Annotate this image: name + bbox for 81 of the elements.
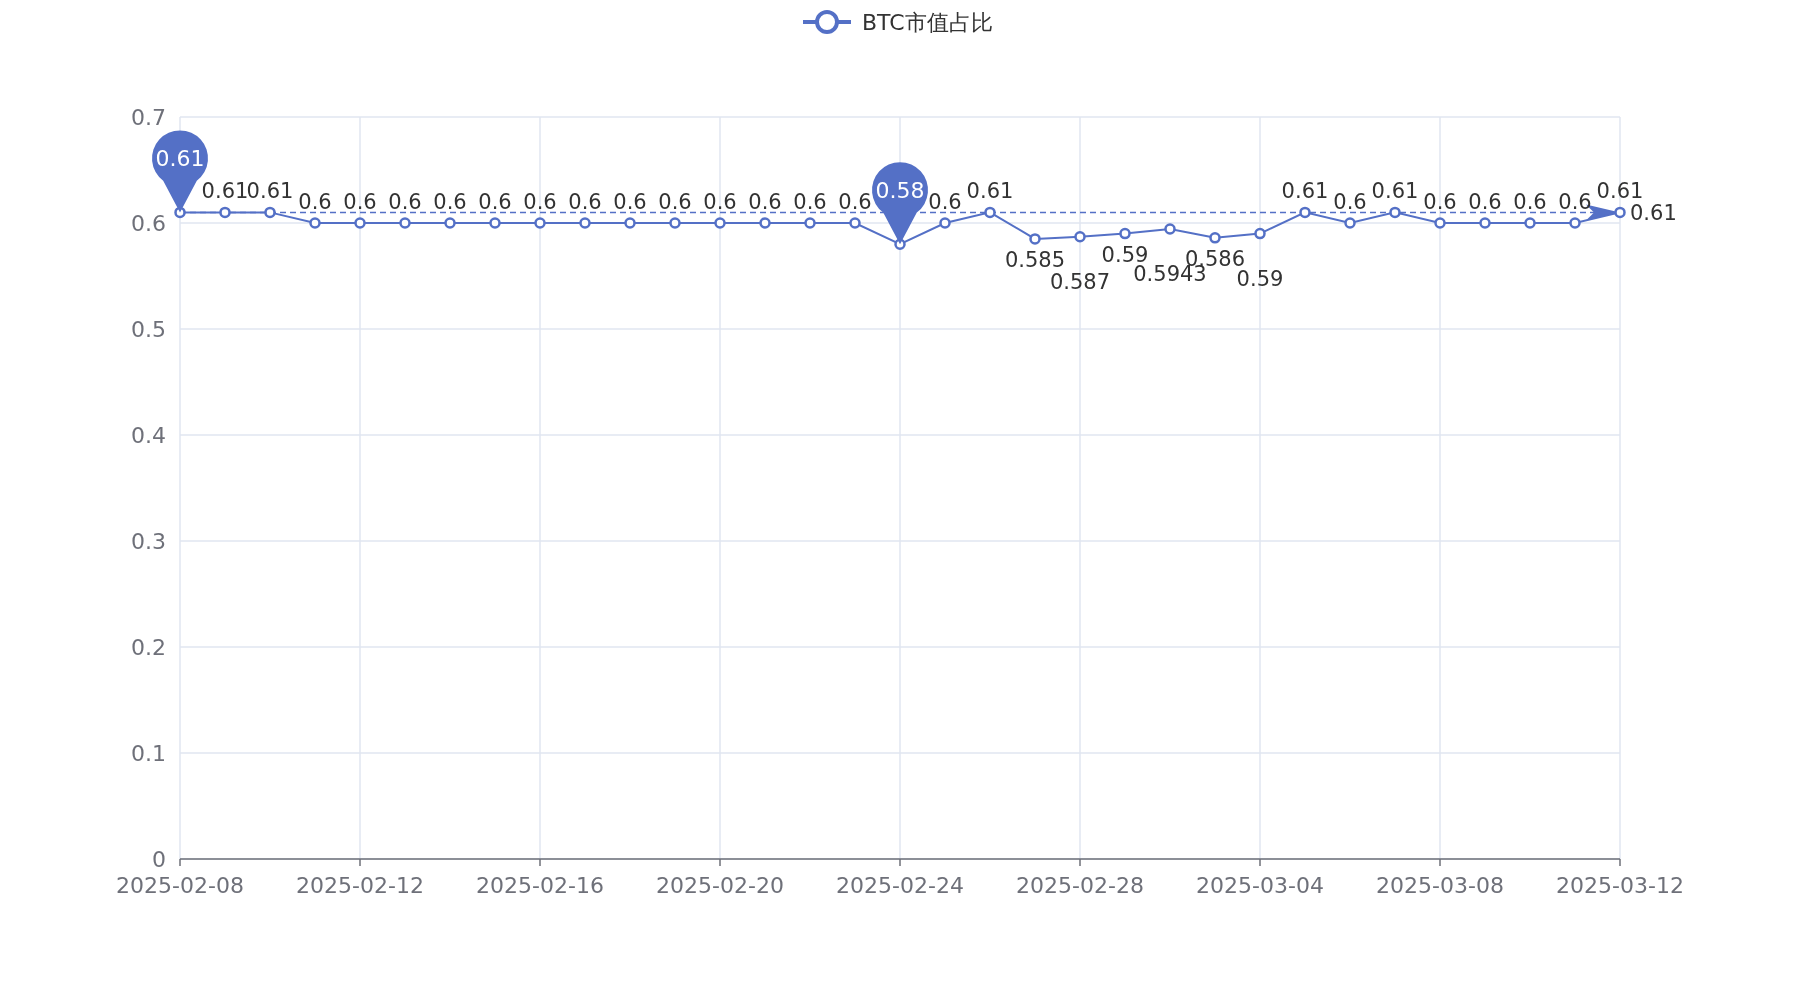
legend-label[interactable]: BTC市值占比	[862, 10, 993, 35]
axis-label: 2025-03-08	[1376, 873, 1504, 898]
data-label: 0.6	[658, 190, 692, 214]
data-point	[984, 206, 996, 219]
data-point	[534, 217, 546, 229]
data-point	[219, 206, 231, 219]
data-point	[804, 217, 816, 229]
legend-icon[interactable]	[803, 10, 851, 34]
data-point	[1524, 217, 1536, 229]
data-label: 0.587	[1049, 269, 1111, 294]
data-point	[1389, 206, 1401, 219]
data-label: 0.6	[1513, 190, 1547, 214]
data-label: 0.61	[246, 179, 294, 204]
data-label: 0.61	[1281, 179, 1329, 204]
value-pin: 0.58	[872, 162, 928, 245]
data-label: 0.61	[1596, 179, 1644, 204]
data-point	[1344, 217, 1356, 229]
data-point	[264, 206, 276, 219]
axis-label: 0.5	[131, 317, 166, 342]
axis-label: 2025-02-20	[656, 873, 784, 898]
data-label: 0.6	[388, 190, 422, 214]
axis-label: 2025-02-28	[1016, 873, 1144, 898]
data-label: 0.6	[613, 190, 647, 214]
axis-label: 0.4	[131, 423, 166, 448]
data-label: 0.6	[1423, 190, 1457, 214]
data-point	[489, 217, 501, 229]
data-point	[759, 217, 771, 229]
data-label: 0.6	[1333, 190, 1367, 214]
data-label: 0.6	[703, 190, 737, 214]
data-label: 0.6	[433, 190, 467, 214]
data-point	[1209, 232, 1221, 244]
data-point	[939, 217, 951, 229]
data-point	[1074, 231, 1086, 243]
data-label: 0.6	[838, 190, 872, 214]
data-point	[669, 217, 681, 229]
data-point	[1119, 227, 1131, 240]
data-label: 0.585	[1004, 247, 1066, 272]
data-label: 0.61	[966, 179, 1014, 204]
data-point	[444, 217, 456, 229]
axis-label: 0	[152, 847, 166, 872]
data-point	[1164, 223, 1176, 235]
data-label: 0.6	[523, 190, 557, 214]
data-label: 0.6	[1468, 190, 1502, 214]
data-label: 0.6	[343, 190, 377, 214]
axis-label: 2025-03-04	[1196, 873, 1324, 898]
data-label: 0.6	[793, 190, 827, 214]
data-point	[579, 217, 591, 229]
data-point	[1569, 217, 1581, 229]
data-label: 0.6	[478, 190, 512, 214]
data-point	[714, 217, 726, 229]
axis-label: 2025-02-12	[296, 873, 424, 898]
data-point	[849, 217, 861, 229]
axis-label: 0.7	[131, 105, 166, 130]
data-point	[1299, 206, 1311, 219]
data-point	[1479, 217, 1491, 229]
data-point	[309, 217, 321, 229]
data-point	[624, 217, 636, 229]
axis-label: 2025-02-16	[476, 873, 604, 898]
data-point	[354, 217, 366, 229]
data-label: 0.61	[155, 146, 205, 172]
data-label: 0.59	[1236, 266, 1284, 291]
axis-label: 0.1	[131, 741, 166, 766]
data-label: 0.58	[875, 178, 925, 204]
data-label: 0.6	[928, 190, 962, 214]
data-point	[1254, 227, 1266, 240]
data-point	[399, 217, 411, 229]
axis-label: 2025-02-08	[116, 873, 244, 898]
axis-label: 0.3	[131, 529, 166, 554]
axis-label: 2025-03-12	[1556, 873, 1684, 898]
data-label: 0.6	[568, 190, 602, 214]
average-label: 0.61	[1630, 201, 1677, 226]
data-point	[1029, 233, 1041, 245]
data-label: 0.61	[1371, 179, 1419, 204]
data-label: 0.6	[298, 190, 332, 214]
data-label: 0.6	[1558, 190, 1592, 214]
data-point	[1614, 206, 1626, 219]
data-point	[1434, 217, 1446, 229]
axis-label: 0.2	[131, 635, 166, 660]
axis-label: 2025-02-24	[836, 873, 964, 898]
axis-label: 0.6	[131, 211, 166, 236]
data-label: 0.6	[748, 190, 782, 214]
